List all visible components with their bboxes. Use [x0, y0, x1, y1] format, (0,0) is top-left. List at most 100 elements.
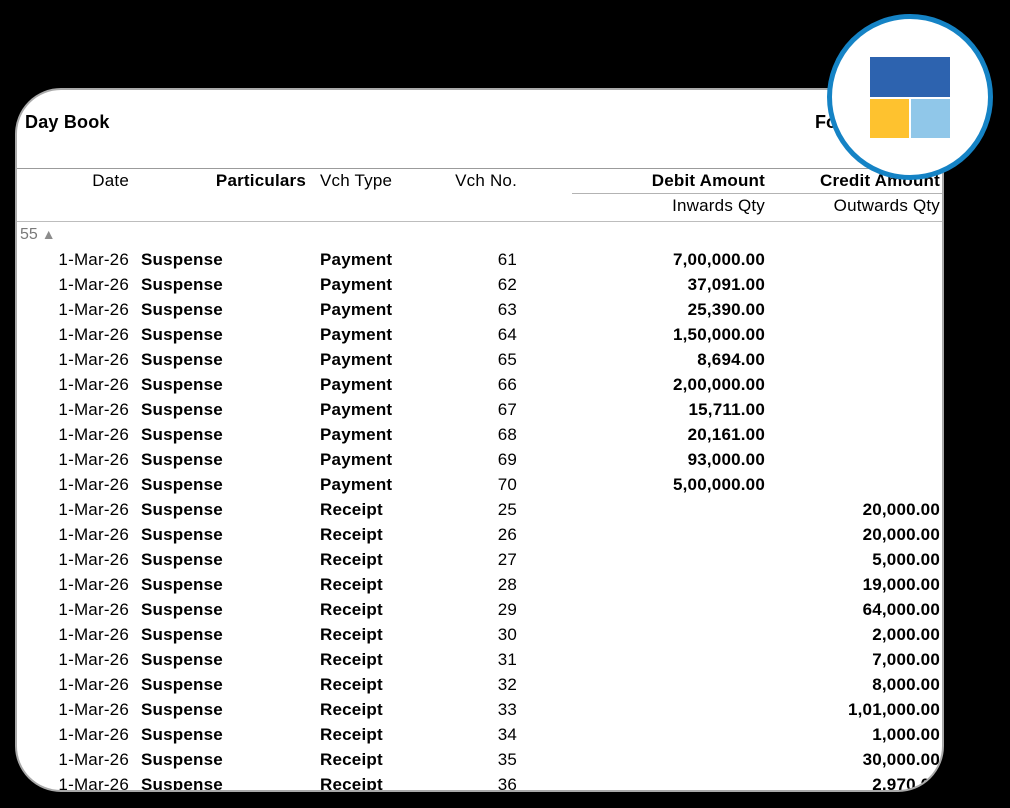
cell-particulars: Suspense: [129, 547, 306, 572]
table-row[interactable]: 1-Mar-26 Suspense Receipt 31 7,000.00: [17, 647, 942, 672]
table-row[interactable]: 1-Mar-26 Suspense Payment 64 1,50,000.00: [17, 322, 942, 347]
table-row[interactable]: 1-Mar-26 Suspense Payment 67 15,711.00: [17, 397, 942, 422]
scroll-up-indicator[interactable]: 55▲: [20, 223, 56, 245]
cell-particulars: Suspense: [129, 772, 306, 792]
background: { "app": { "title": "Day Book", "period_…: [0, 0, 1010, 808]
cell-vch-type: Payment: [306, 272, 445, 297]
cell-vch-type: Receipt: [306, 547, 445, 572]
cell-credit-amount: 2,000.00: [765, 622, 942, 647]
cell-vch-no: 35: [445, 747, 517, 772]
cell-vch-type: Payment: [306, 472, 445, 497]
column-subheader-inwards-qty: Inwards Qty: [517, 195, 765, 217]
table-row[interactable]: 1-Mar-26 Suspense Receipt 33 1,01,000.00: [17, 697, 942, 722]
column-header-date: Date: [17, 170, 129, 192]
cell-vch-type: Receipt: [306, 597, 445, 622]
cell-vch-no: 36: [445, 772, 517, 792]
cell-debit-amount: [517, 572, 765, 597]
table-row[interactable]: 1-Mar-26 Suspense Receipt 26 20,000.00: [17, 522, 942, 547]
cell-particulars: Suspense: [129, 447, 306, 472]
table-row[interactable]: 1-Mar-26 Suspense Receipt 32 8,000.00: [17, 672, 942, 697]
table-row[interactable]: 1-Mar-26 Suspense Payment 69 93,000.00: [17, 447, 942, 472]
table-row[interactable]: 1-Mar-26 Suspense Payment 62 37,091.00: [17, 272, 942, 297]
cell-particulars: Suspense: [129, 347, 306, 372]
cell-date: 1-Mar-26: [17, 297, 129, 322]
cell-vch-type: Payment: [306, 372, 445, 397]
cell-particulars: Suspense: [129, 422, 306, 447]
amount-header-underline: [572, 193, 942, 194]
cell-credit-amount: [765, 247, 942, 272]
cell-vch-type: Receipt: [306, 747, 445, 772]
cell-credit-amount: 1,000.00: [765, 722, 942, 747]
table-row[interactable]: 1-Mar-26 Suspense Payment 61 7,00,000.00: [17, 247, 942, 272]
scroll-count: 55: [20, 226, 38, 243]
cell-credit-amount: 19,000.00: [765, 572, 942, 597]
cell-vch-type: Receipt: [306, 647, 445, 672]
cell-particulars: Suspense: [129, 472, 306, 497]
cell-particulars: Suspense: [129, 322, 306, 347]
cell-vch-no: 28: [445, 572, 517, 597]
table-row[interactable]: 1-Mar-26 Suspense Receipt 35 30,000.00: [17, 747, 942, 772]
cell-particulars: Suspense: [129, 572, 306, 597]
cell-vch-no: 33: [445, 697, 517, 722]
cell-particulars: Suspense: [129, 247, 306, 272]
table-body: 1-Mar-26 Suspense Payment 61 7,00,000.00…: [17, 247, 942, 792]
cell-vch-no: 31: [445, 647, 517, 672]
cell-particulars: Suspense: [129, 672, 306, 697]
cell-particulars: Suspense: [129, 722, 306, 747]
cell-date: 1-Mar-26: [17, 472, 129, 497]
cell-credit-amount: 30,000.00: [765, 747, 942, 772]
table-row[interactable]: 1-Mar-26 Suspense Payment 65 8,694.00: [17, 347, 942, 372]
cell-debit-amount: [517, 647, 765, 672]
cell-vch-type: Receipt: [306, 772, 445, 792]
cell-credit-amount: [765, 272, 942, 297]
table-row[interactable]: 1-Mar-26 Suspense Receipt 25 20,000.00: [17, 497, 942, 522]
cell-vch-no: 64: [445, 322, 517, 347]
cell-vch-type: Receipt: [306, 497, 445, 522]
cell-vch-type: Payment: [306, 322, 445, 347]
cell-vch-no: 68: [445, 422, 517, 447]
cell-date: 1-Mar-26: [17, 247, 129, 272]
cell-credit-amount: [765, 447, 942, 472]
table-row[interactable]: 1-Mar-26 Suspense Receipt 27 5,000.00: [17, 547, 942, 572]
cell-particulars: Suspense: [129, 747, 306, 772]
cell-debit-amount: [517, 672, 765, 697]
cell-date: 1-Mar-26: [17, 722, 129, 747]
table-row[interactable]: 1-Mar-26 Suspense Receipt 34 1,000.00: [17, 722, 942, 747]
cell-date: 1-Mar-26: [17, 322, 129, 347]
table-row[interactable]: 1-Mar-26 Suspense Payment 66 2,00,000.00: [17, 372, 942, 397]
cell-date: 1-Mar-26: [17, 347, 129, 372]
table-row[interactable]: 1-Mar-26 Suspense Payment 63 25,390.00: [17, 297, 942, 322]
table-row[interactable]: 1-Mar-26 Suspense Receipt 29 64,000.00: [17, 597, 942, 622]
cell-date: 1-Mar-26: [17, 747, 129, 772]
column-subheader-outwards-qty: Outwards Qty: [765, 195, 942, 217]
cell-debit-amount: 1,50,000.00: [517, 322, 765, 347]
table-row[interactable]: 1-Mar-26 Suspense Payment 68 20,161.00: [17, 422, 942, 447]
cell-debit-amount: [517, 772, 765, 792]
cell-debit-amount: 37,091.00: [517, 272, 765, 297]
cell-credit-amount: 8,000.00: [765, 672, 942, 697]
cell-vch-no: 69: [445, 447, 517, 472]
table-row[interactable]: 1-Mar-26 Suspense Receipt 28 19,000.00: [17, 572, 942, 597]
cell-particulars: Suspense: [129, 497, 306, 522]
cell-date: 1-Mar-26: [17, 597, 129, 622]
cell-credit-amount: [765, 347, 942, 372]
cell-vch-type: Receipt: [306, 572, 445, 597]
cell-particulars: Suspense: [129, 397, 306, 422]
logo-yellow-square: [870, 99, 909, 138]
cell-date: 1-Mar-26: [17, 372, 129, 397]
cell-debit-amount: 2,00,000.00: [517, 372, 765, 397]
cell-particulars: Suspense: [129, 697, 306, 722]
cell-credit-amount: 7,000.00: [765, 647, 942, 672]
table-row[interactable]: 1-Mar-26 Suspense Receipt 36 2,970.00: [17, 772, 942, 792]
table-row[interactable]: 1-Mar-26 Suspense Payment 70 5,00,000.00: [17, 472, 942, 497]
cell-debit-amount: [517, 522, 765, 547]
daybook-window: Day Book Fo Date Particulars Vch Type Vc…: [15, 88, 944, 792]
cell-vch-type: Payment: [306, 397, 445, 422]
cell-vch-no: 66: [445, 372, 517, 397]
cell-particulars: Suspense: [129, 597, 306, 622]
cell-particulars: Suspense: [129, 622, 306, 647]
column-header-particulars: Particulars: [129, 170, 306, 192]
table-row[interactable]: 1-Mar-26 Suspense Receipt 30 2,000.00: [17, 622, 942, 647]
logo-lightblue-square: [911, 99, 950, 138]
cell-vch-no: 29: [445, 597, 517, 622]
